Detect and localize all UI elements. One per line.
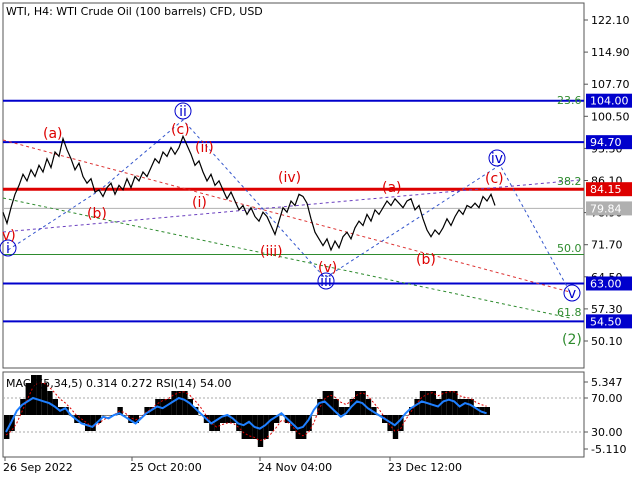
x-tick-label: 24 Nov 04:00 <box>258 461 332 474</box>
macd-histogram-bar <box>247 415 253 439</box>
indicator-tick-label: 30.00 <box>591 426 623 439</box>
x-tick-label: 26 Sep 2022 <box>3 461 73 474</box>
wave-label: v <box>568 286 576 302</box>
wave-label: (a) <box>382 180 402 196</box>
chart-title: WTI, H4: WTI Crude Oil (100 barrels) CFD… <box>6 5 263 18</box>
fib-label: 61.8 <box>557 306 582 319</box>
macd-histogram-bar <box>176 391 183 415</box>
wave-label: v) <box>2 228 16 244</box>
level-tag-label: 63.00 <box>590 277 622 290</box>
fib-label: 50.0 <box>557 242 582 255</box>
fib-label: 23.6 <box>557 94 582 107</box>
wave-label: (iii) <box>260 244 283 260</box>
wave-label: (c) <box>485 171 504 187</box>
wave-label: (iv) <box>278 170 301 186</box>
indicator-tick-label: 5.347 <box>591 376 623 389</box>
indicator-tick-label: -5.110 <box>591 443 626 456</box>
macd-histogram-bar <box>85 415 91 431</box>
wave-label: (c) <box>171 122 190 138</box>
macd-histogram-bar <box>101 415 107 416</box>
price-tick-label: 50.10 <box>591 335 623 348</box>
macd-histogram-bar <box>446 391 453 415</box>
level-tag-label: 84.15 <box>590 183 622 196</box>
price-tick-label: 100.50 <box>591 110 630 123</box>
price-tick-label: 57.30 <box>591 303 623 316</box>
indicator-label: MACD(5,34,5) 0.314 0.272 RSI(14) 54.00 <box>6 377 231 390</box>
wave-label: ii <box>179 104 187 120</box>
indicator-tick-label: 70.00 <box>591 392 623 405</box>
wave-label: (a) <box>43 126 63 142</box>
wave-label: (b) <box>416 252 436 268</box>
fib-label: 38.2 <box>557 175 582 188</box>
macd-histogram-bar <box>241 415 247 439</box>
wave-label: (2) <box>562 332 582 348</box>
wave-label: iv <box>491 151 503 167</box>
wave-label: (i) <box>192 195 207 211</box>
macd-histogram-bar <box>106 415 112 416</box>
macd-histogram-bar <box>311 415 318 416</box>
price-tick-label: 71.70 <box>591 239 623 252</box>
macd-histogram-bar <box>90 415 96 431</box>
macd-histogram-bar <box>392 415 399 439</box>
price-tick-label: 122.10 <box>591 14 630 27</box>
x-tick-label: 23 Dec 12:00 <box>388 461 462 474</box>
macd-histogram-bar <box>463 399 469 415</box>
wave-label: iii <box>320 274 332 290</box>
wave-label: (ii) <box>195 140 214 156</box>
level-tag-label: 79.84 <box>590 202 622 215</box>
level-tag-label: 54.50 <box>590 315 622 328</box>
x-tick-label: 25 Oct 20:00 <box>130 461 202 474</box>
macd-histogram-bar <box>328 391 334 415</box>
level-tag-label: 94.70 <box>590 136 622 149</box>
macd-histogram-bar <box>182 391 188 415</box>
macd-histogram-bar <box>166 399 172 415</box>
wave-label: (b) <box>87 206 107 222</box>
price-tick-label: 114.90 <box>591 46 630 59</box>
macd-histogram-bar <box>338 407 345 415</box>
chart: WTI, H4: WTI Crude Oil (100 barrels) CFD… <box>0 0 640 480</box>
macd-histogram-bar <box>257 415 264 447</box>
price-tick-label: 107.70 <box>591 78 630 91</box>
level-tag-label: 104.00 <box>590 95 629 108</box>
